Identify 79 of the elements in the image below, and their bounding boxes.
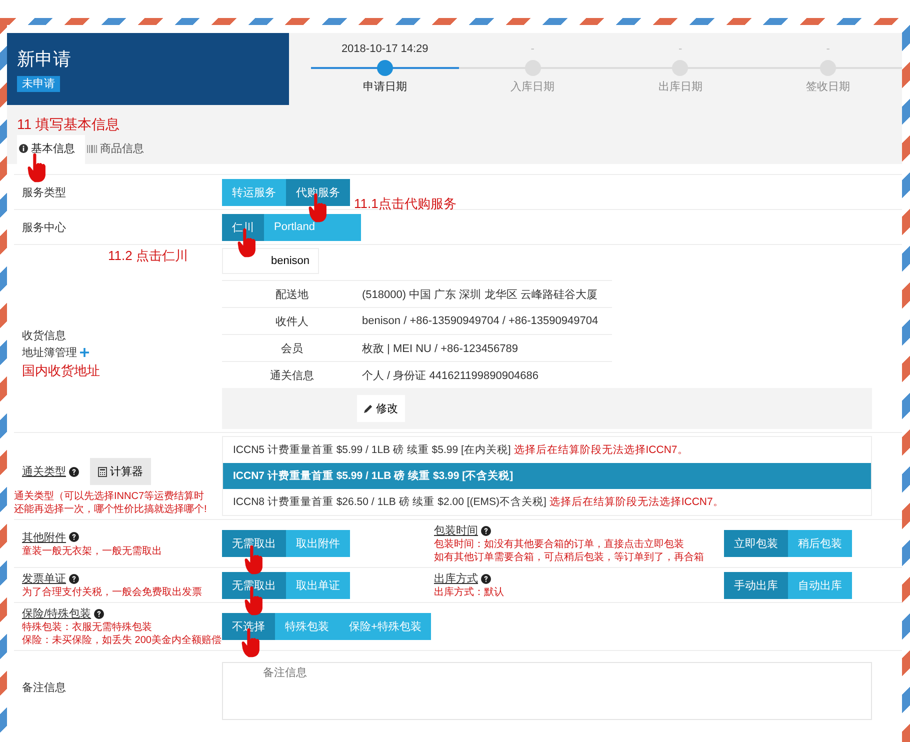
option-text: ICCN5 计费重量首重 $5.99 / 1LB 磅 续重 $5.99 [在内关税] <box>233 444 511 456</box>
field-label: 发票单证 <box>22 572 66 586</box>
annotation-text: 通关类型（可以先选择INNC7等运费结算时 <box>14 490 206 503</box>
barcode-icon <box>87 144 97 152</box>
address-book-link[interactable]: 地址簿管理 <box>22 345 77 360</box>
step-time: - <box>530 43 534 57</box>
option-button[interactable]: 取出单证 <box>286 572 350 598</box>
option-button[interactable]: Portland <box>264 214 325 240</box>
step-time: 2018-10-17 14:29 <box>341 43 428 57</box>
hand-pointer-icon <box>27 152 47 184</box>
field-label: 保险/特殊包装 <box>22 607 92 621</box>
info-value: 个人 / 身份证 441621199890904686 <box>362 368 539 382</box>
help-icon[interactable] <box>481 526 491 536</box>
annotation-text: 国内收货地址 <box>22 362 101 379</box>
contact-chip[interactable]: benison <box>222 248 319 274</box>
info-label: 收件人 <box>274 314 310 328</box>
help-icon[interactable] <box>69 532 79 542</box>
info-value: (518000) 中国 广东 深圳 龙华区 云峰路硅谷大厦 <box>362 288 598 302</box>
option-button[interactable]: 取出附件 <box>286 530 350 557</box>
edit-button[interactable]: 修改 <box>357 395 405 422</box>
customs-option[interactable]: ICCN5 计费重量首重 $5.99 / 1LB 磅 续重 $5.99 [在内关税] 选择后在结算阶段无法选择ICCN7。 <box>223 437 871 463</box>
warning-text: 选择后在结算阶段无法选择ICCN7。 <box>514 444 688 456</box>
step-dot <box>376 60 393 76</box>
step-label: 出库日期 <box>658 80 702 94</box>
remarks-field[interactable]: 备注信息 <box>222 662 872 720</box>
status-badge: 未申请 <box>17 76 60 92</box>
info-label: 通关信息 <box>269 368 315 382</box>
field-label: 服务类型 <box>22 186 66 200</box>
help-icon[interactable] <box>69 574 79 584</box>
info-label: 会员 <box>280 342 304 356</box>
annotation-text: 如有其他订单需要合箱，可点稍后包装，等订单到了，再合箱 <box>434 551 705 564</box>
pencil-icon <box>364 404 373 413</box>
tab[interactable]: 基本信息 <box>17 135 85 164</box>
field-label: 服务中心 <box>22 220 66 234</box>
warning-text: 选择后在结算阶段无法选择ICCN7。 <box>549 496 724 508</box>
option-button[interactable]: 特殊包装 <box>275 613 339 640</box>
info-icon <box>19 144 28 153</box>
option-button[interactable]: 稍后包装 <box>788 530 852 557</box>
annotation-text: 出库方式：默认 <box>434 586 505 599</box>
annotation-text: 还能再选择一次，哪个性价比搞就选择哪个! <box>14 503 208 516</box>
annotation-text: 为了合理支付关税，一般会免费取出发票 <box>22 586 203 599</box>
step-time: - <box>826 43 830 57</box>
field-label: 其他附件 <box>22 530 66 544</box>
option-button[interactable]: 手动出库 <box>724 572 788 598</box>
plus-icon[interactable] <box>80 348 89 357</box>
page-title: 新申请 <box>17 48 72 71</box>
tab[interactable]: 商品信息 <box>85 135 154 164</box>
annotation-text: 童装一般无衣架，一般无需取出 <box>22 544 163 558</box>
annotation-text: 特殊包装：衣服无需特殊包装 <box>22 621 153 634</box>
help-icon[interactable] <box>94 608 104 618</box>
annotation-text: 11 填写基本信息 <box>17 115 120 133</box>
help-icon[interactable] <box>69 466 79 476</box>
calculator-button[interactable]: 计算器 <box>90 458 151 485</box>
field-label: 备注信息 <box>22 680 67 694</box>
field-label: 收货信息 <box>22 329 67 343</box>
option-text: ICCN8 计费重量首重 $26.50 / 1LB 磅 续重 $2.00 [(EMS)不含关税] <box>233 496 546 508</box>
option-button[interactable]: 转运服务 <box>222 178 286 206</box>
field-label: 出库方式 <box>434 572 478 586</box>
calculator-icon <box>98 466 107 476</box>
step-label: 入库日期 <box>510 80 555 94</box>
info-label: 配送地 <box>274 288 310 302</box>
info-value: 枚敌 | MEI NU / +86-123456789 <box>362 342 518 356</box>
step-time: - <box>678 43 682 57</box>
annotation-text: 11.1点击代购服务 <box>354 195 456 212</box>
step-label: 申请日期 <box>362 80 407 94</box>
option-button[interactable]: 保险+特殊包装 <box>339 613 432 640</box>
step-label: 签收日期 <box>806 80 850 94</box>
option-text: ICCN7 计费重量首重 $5.99 / 1LB 磅 续重 $3.99 [不含关税] <box>233 470 514 482</box>
field-label: 包装时间 <box>434 524 478 538</box>
annotation-text: 保险：未买保险，如丢失 200美金内全额赔偿 <box>22 634 222 647</box>
annotation-text: 包装时间：如没有其他要合箱的订单，直接点击立即包装 <box>434 538 685 551</box>
customs-option[interactable]: ICCN8 计费重量首重 $26.50 / 1LB 磅 续重 $2.00 [(EMS)不含关税] 选择后在结算阶段无法选择ICCN7。 <box>223 489 871 515</box>
option-button[interactable]: 立即包装 <box>724 530 788 557</box>
customs-option[interactable]: ICCN7 计费重量首重 $5.99 / 1LB 磅 续重 $3.99 [不含关税] <box>223 463 871 489</box>
field-label: 通关类型 <box>22 464 66 479</box>
info-value: benison / +86-13590949704 / +86-13590949704 <box>362 315 598 327</box>
help-icon[interactable] <box>481 574 491 584</box>
annotation-text: 11.2 点击仁川 <box>108 247 188 264</box>
option-button[interactable]: 自动出库 <box>788 572 852 598</box>
